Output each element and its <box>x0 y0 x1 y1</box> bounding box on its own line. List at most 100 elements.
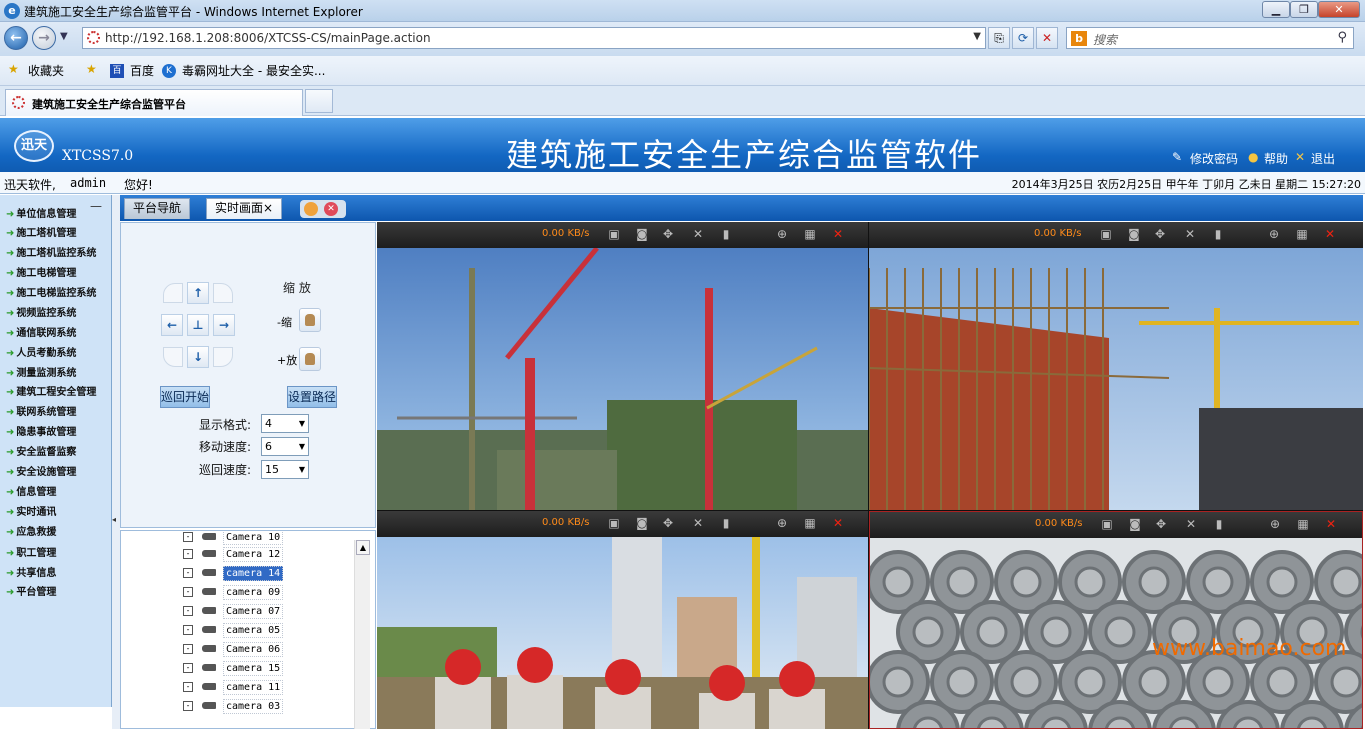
ptz-down-right[interactable] <box>213 347 233 367</box>
camera-record-icon[interactable]: ▣ <box>605 227 623 241</box>
video-pane-2[interactable]: 0.00 KB/s ▣ ◙ ✥ ✕ ▮ ⊕ ▦ ✕ <box>869 222 1363 510</box>
video-pane-1[interactable]: 0.00 KB/s ▣ ◙ ✥ ✕ ▮ ⊕ ▦ ✕ <box>377 222 868 510</box>
fullscreen-icon[interactable]: ▦ <box>801 227 819 241</box>
zoom-icon[interactable]: ⊕ <box>773 227 791 241</box>
sidebar-item-2[interactable]: ➜ 施工塔机管理 <box>6 224 76 239</box>
splitter[interactable]: ◂ <box>112 195 120 729</box>
ptz-icon[interactable]: ✥ <box>1151 227 1169 241</box>
ptz-up-button[interactable]: ↑ <box>187 282 209 304</box>
sidebar-item-8[interactable]: ➜ 人员考勤系统 <box>6 344 76 359</box>
mute-icon[interactable]: ✕ <box>689 516 707 530</box>
sidebar-item-17[interactable]: ➜ 应急救援 <box>6 523 56 538</box>
camera-checkbox[interactable]: - <box>183 701 193 711</box>
camera-list-item[interactable]: - camera 03 <box>183 698 363 715</box>
sidebar-item-14[interactable]: ➜ 安全设施管理 <box>6 463 76 478</box>
logout-link[interactable]: 退出 <box>1311 150 1335 167</box>
sidebar-item-12[interactable]: ➜ 隐患事故管理 <box>6 423 76 438</box>
camera-checkbox[interactable]: - <box>183 644 193 654</box>
sidebar-item-19[interactable]: ➜ 共享信息 <box>6 564 56 579</box>
zoom-in-button[interactable] <box>299 347 321 371</box>
browser-tab-active[interactable]: 建筑施工安全生产综合监管平台 <box>5 89 303 116</box>
patrol-start-button[interactable]: 巡回开始 <box>160 386 210 408</box>
mute-icon[interactable]: ✕ <box>689 227 707 241</box>
tab-menu-icon[interactable] <box>304 202 318 216</box>
sidebar-item-20[interactable]: ➜ 平台管理 <box>6 583 56 598</box>
mute-icon[interactable]: ✕ <box>1181 227 1199 241</box>
tab-live-view[interactable]: 实时画面× <box>206 198 283 219</box>
scroll-up-icon[interactable]: ▲ <box>356 540 370 555</box>
display-format-select[interactable]: 4 ▼ <box>261 414 309 433</box>
video-pane-4[interactable]: 0.00 KB/s ▣ ◙ ✥ ✕ ▮ ⊕ ▦ ✕ www.baimao.com <box>869 511 1363 729</box>
history-dropdown-icon[interactable]: ▼ <box>60 31 68 42</box>
sidebar-item-11[interactable]: ➜ 联网系统管理 <box>6 403 76 418</box>
camera-list-item[interactable]: - camera 05 <box>183 622 363 639</box>
sidebar-item-18[interactable]: ➜ 职工管理 <box>6 544 56 559</box>
camera-list-item[interactable]: - camera 11 <box>183 679 363 696</box>
move-speed-select[interactable]: 6 ▼ <box>261 437 309 456</box>
back-button[interactable]: ← <box>4 26 28 50</box>
compat-view-icon[interactable]: ⎘ <box>988 27 1010 49</box>
close-video-icon[interactable]: ✕ <box>1322 517 1340 531</box>
sidebar-item-1[interactable]: ➜ 单位信息管理 <box>6 205 76 220</box>
camera-name[interactable]: Camera 07 <box>223 604 284 619</box>
new-tab-button[interactable] <box>305 89 333 113</box>
camera-name[interactable]: Camera 10 <box>223 531 284 545</box>
sidebar-item-13[interactable]: ➜ 安全监督监察 <box>6 443 76 458</box>
favorite-link-duba[interactable]: 毒霸网址大全 - 最安全实... <box>182 62 325 79</box>
camera-name[interactable]: camera 11 <box>223 680 284 695</box>
sidebar-item-10[interactable]: ➜ 建筑工程安全管理 <box>6 383 96 398</box>
ptz-up-left[interactable] <box>163 283 183 303</box>
close-video-icon[interactable]: ✕ <box>829 227 847 241</box>
ptz-right-button[interactable]: → <box>213 314 235 336</box>
ptz-down-button[interactable]: ↓ <box>187 346 209 368</box>
camera-list-item[interactable]: - camera 14 <box>183 565 363 582</box>
fullscreen-icon[interactable]: ▦ <box>801 516 819 530</box>
camera-checkbox[interactable]: - <box>183 625 193 635</box>
zoom-icon[interactable]: ⊕ <box>1265 227 1283 241</box>
ptz-down-left[interactable] <box>163 347 183 367</box>
ptz-up-right[interactable] <box>213 283 233 303</box>
ptz-icon[interactable]: ✥ <box>659 227 677 241</box>
maximize-button[interactable]: ❐ <box>1290 1 1318 18</box>
add-favorite-icon[interactable]: ★ <box>86 62 97 76</box>
sidebar-item-5[interactable]: ➜ 施工电梯监控系统 <box>6 284 96 299</box>
sidebar-item-4[interactable]: ➜ 施工电梯管理 <box>6 264 76 279</box>
search-box[interactable]: b 搜索 ⚲ <box>1066 27 1354 49</box>
camera-checkbox[interactable]: - <box>183 606 193 616</box>
favorite-link-baidu[interactable]: 百度 <box>130 62 154 79</box>
patrol-speed-select[interactable]: 15 ▼ <box>261 460 309 479</box>
minimize-button[interactable]: ▁ <box>1262 1 1290 18</box>
camera-list-item[interactable]: - camera 15 <box>183 660 363 677</box>
mute-icon[interactable]: ✕ <box>1182 517 1200 531</box>
refresh-icon[interactable]: ⟳ <box>1012 27 1034 49</box>
camera-list-scrollbar[interactable]: ▲ <box>354 540 370 729</box>
search-icon[interactable]: ⚲ <box>1337 30 1347 45</box>
close-video-icon[interactable]: ✕ <box>1321 227 1339 241</box>
ptz-icon[interactable]: ✥ <box>659 516 677 530</box>
ptz-left-button[interactable]: ← <box>161 314 183 336</box>
camera-name[interactable]: camera 15 <box>223 661 284 676</box>
address-dropdown-icon[interactable]: ▼ <box>973 31 981 42</box>
address-bar[interactable]: http://192.168.1.208:8006/XTCSS-CS/mainP… <box>82 27 986 49</box>
camera-checkbox[interactable]: - <box>183 568 193 578</box>
camera-list-item[interactable]: - Camera 10 <box>183 531 363 546</box>
sidebar-item-9[interactable]: ➜ 测量监测系统 <box>6 364 76 379</box>
snapshot-icon[interactable]: ◙ <box>633 227 651 241</box>
set-path-button[interactable]: 设置路径 <box>287 386 337 408</box>
sidebar-item-16[interactable]: ➜ 实时通讯 <box>6 503 56 518</box>
close-window-button[interactable]: ✕ <box>1318 1 1360 18</box>
sidebar-item-15[interactable]: ➜ 信息管理 <box>6 483 56 498</box>
camera-list-item[interactable]: - Camera 12 <box>183 546 363 563</box>
close-video-icon[interactable]: ✕ <box>829 516 847 530</box>
sidebar-collapse-icon[interactable]: — <box>90 199 102 213</box>
camera-record-icon[interactable]: ▣ <box>605 516 623 530</box>
camera-name[interactable]: camera 09 <box>223 585 284 600</box>
camera-record-icon[interactable]: ▣ <box>1098 517 1116 531</box>
stop-icon[interactable]: ✕ <box>1036 27 1058 49</box>
camera-list-item[interactable]: - Camera 06 <box>183 641 363 658</box>
sidebar-item-6[interactable]: ➜ 视频监控系统 <box>6 304 76 319</box>
camera-checkbox[interactable]: - <box>183 549 193 559</box>
ptz-icon[interactable]: ✥ <box>1152 517 1170 531</box>
camera-name[interactable]: camera 14 <box>223 566 284 581</box>
snapshot-icon[interactable]: ◙ <box>1126 517 1144 531</box>
